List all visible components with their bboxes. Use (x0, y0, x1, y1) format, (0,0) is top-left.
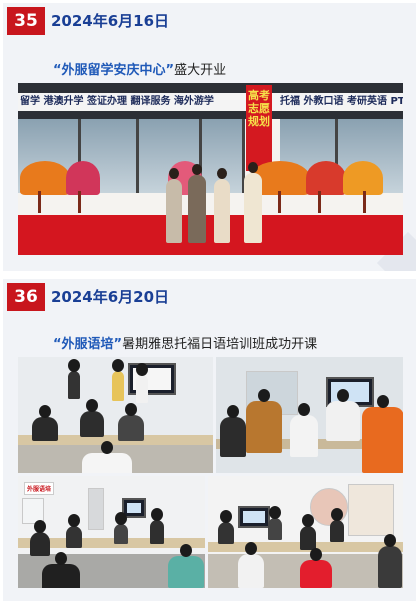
teacher (136, 363, 148, 403)
student (326, 389, 360, 441)
teacher (112, 359, 124, 401)
classroom-photo-2 (216, 357, 403, 473)
flower-basket-icon (343, 161, 383, 195)
student (238, 542, 264, 588)
student (300, 514, 316, 550)
student (168, 544, 204, 588)
classroom-photo-3: 外服语培 (18, 476, 205, 588)
volunteer-planning-banner: 高考志愿规划 (246, 85, 272, 171)
store-sign: 留学 港澳升学 签证办理 翻译服务 海外游学 托福 外教口语 考研英语 PT (18, 93, 403, 111)
brand-logo: 外服语培 (24, 482, 55, 495)
flower-basket-icon (66, 161, 100, 195)
student (246, 389, 282, 453)
student (30, 520, 50, 556)
caption-highlight: “外服留学安庆中心” (53, 63, 175, 78)
student (114, 512, 128, 544)
caption-highlight: “外服语培” (53, 337, 123, 352)
student (378, 534, 402, 588)
entry-date: 2024年6月16日 (51, 12, 170, 30)
student (80, 399, 104, 437)
flower-basket-icon (20, 161, 70, 195)
student (220, 405, 246, 457)
classroom-photo-1 (18, 357, 213, 473)
student (42, 552, 80, 588)
student (66, 514, 82, 548)
timeline-entry-35: 35 2024年6月16日 “外服留学安庆中心”盛大开业 留学 港澳升学 签证办… (3, 3, 416, 271)
entry-caption: “外服留学安庆中心”盛大开业 (53, 59, 226, 78)
student (362, 395, 403, 473)
storefront-opening-photo: 留学 港澳升学 签证办理 翻译服务 海外游学 托福 外教口语 考研英语 PT 高… (18, 83, 403, 255)
guest-person (214, 168, 230, 243)
student (330, 508, 344, 542)
timeline-entry-36: 36 2024年6月20日 “外服语培”暑期雅思托福日语培训班成功开课 外服语培 (3, 279, 416, 601)
entry-number-badge: 36 (7, 283, 45, 311)
student (218, 510, 234, 544)
student (68, 359, 80, 399)
flower-basket-icon (306, 161, 346, 195)
guest-person (244, 162, 262, 243)
classroom-photo-4 (208, 476, 403, 588)
entry-caption: “外服语培”暑期雅思托福日语培训班成功开课 (53, 333, 317, 352)
guest-person (166, 168, 182, 243)
entry-date: 2024年6月20日 (51, 288, 170, 306)
student (118, 403, 144, 441)
student (32, 405, 58, 441)
caption-text: 盛大开业 (174, 63, 227, 78)
caption-text: 暑期雅思托福日语培训班成功开课 (122, 337, 318, 352)
student (150, 508, 164, 544)
student (268, 506, 282, 540)
guest-person (188, 164, 206, 243)
entry-number-badge: 35 (7, 7, 45, 35)
student (290, 403, 318, 457)
red-carpet (18, 215, 403, 255)
tv-screen (238, 506, 270, 528)
student (82, 441, 132, 473)
student (300, 548, 332, 588)
wall-decoration (310, 488, 348, 526)
